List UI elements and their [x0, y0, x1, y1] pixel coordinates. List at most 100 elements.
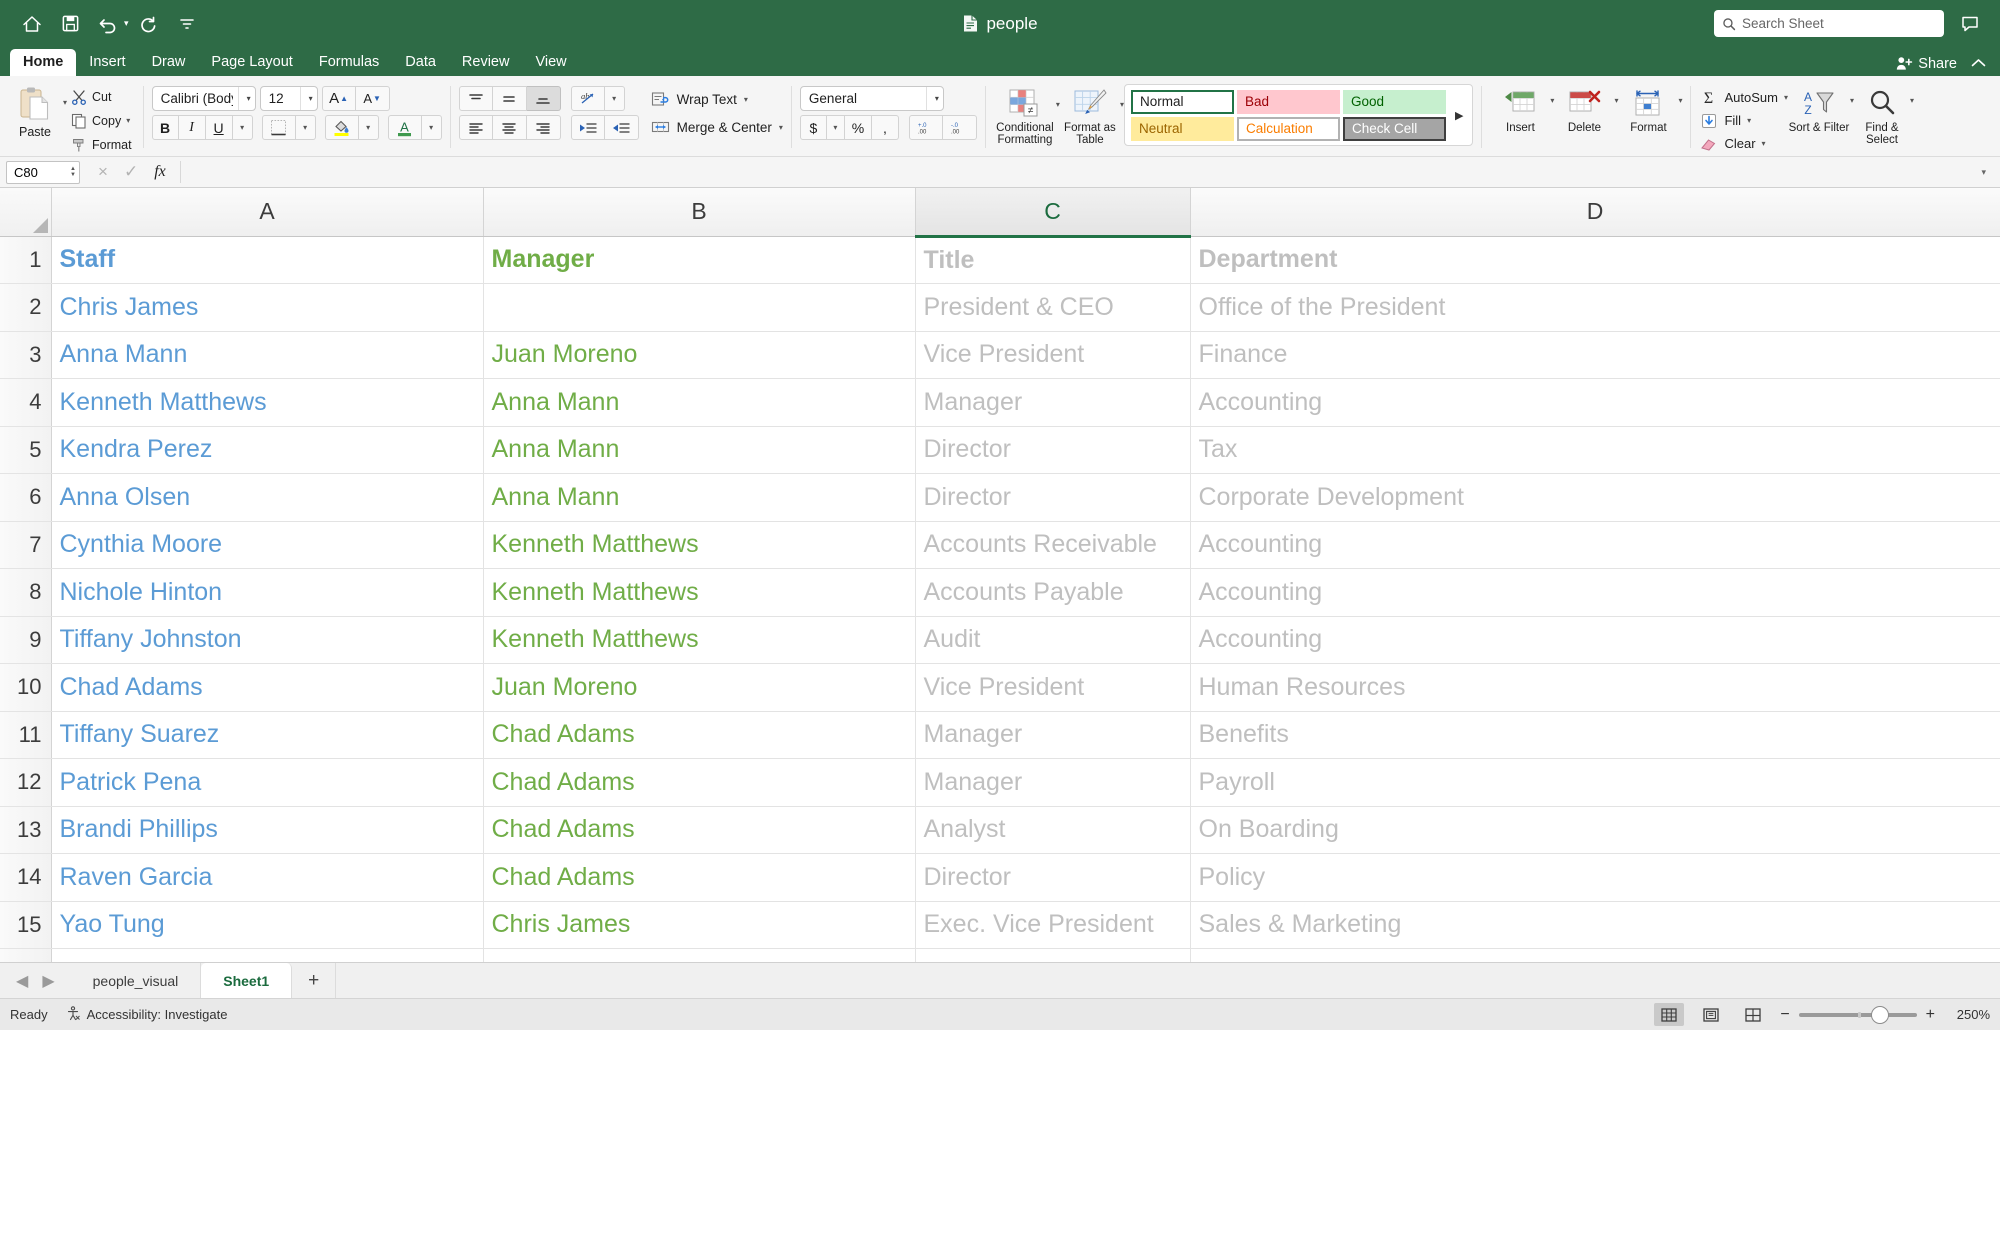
page-layout-view-button[interactable]	[1696, 1003, 1726, 1026]
underline-button[interactable]: U	[205, 115, 233, 140]
bold-button[interactable]: B	[151, 115, 179, 140]
table-row[interactable]: 7 Cynthia Moore Kenneth Matthews Accounts R…	[0, 521, 2000, 569]
row-header-8[interactable]: 8	[0, 568, 52, 617]
cell-style-good[interactable]: Good	[1342, 89, 1446, 114]
table-row[interactable]: 4 Kenneth Matthews Anna Mann Manager Account…	[0, 378, 2000, 427]
accessibility-button[interactable]: Accessibility: Investigate	[66, 1005, 227, 1024]
align-right-button[interactable]	[526, 115, 561, 140]
expand-formula-bar-icon[interactable]: ▾	[1973, 167, 1994, 178]
cell-style-neutral[interactable]: Neutral	[1130, 116, 1234, 141]
percent-format-button[interactable]: %	[844, 115, 872, 140]
table-row[interactable]: 15 Yao Tung Chris James Exec. Vice Presiden…	[0, 901, 2000, 949]
table-row[interactable]: 6 Anna Olsen Anna Mann Director Corporate De…	[0, 473, 2000, 522]
wrap-text-dropdown-icon[interactable]: ▾	[744, 95, 748, 104]
column-header-b[interactable]: B	[483, 188, 916, 237]
tab-view[interactable]: View	[522, 49, 579, 76]
cell-B9[interactable]: Kenneth Matthews	[483, 616, 916, 664]
increase-indent-button[interactable]	[604, 115, 639, 140]
sheet-tab-sheet1[interactable]: Sheet1	[201, 963, 293, 998]
cell-B8[interactable]: Kenneth Matthews	[483, 568, 916, 617]
cell-C1[interactable]: Title	[915, 236, 1191, 284]
cell-D8[interactable]: Accounting	[1190, 568, 2000, 617]
cell-C12[interactable]: Manager	[915, 758, 1191, 807]
cell-C4[interactable]: Manager	[915, 378, 1191, 427]
sheet-tab-people-visual[interactable]: people_visual	[71, 963, 202, 998]
row-header-9[interactable]: 9	[0, 616, 52, 664]
cell-D1[interactable]: Department	[1190, 236, 2000, 284]
borders-button[interactable]	[261, 115, 296, 140]
table-row[interactable]: 12 Patrick Pena Chad Adams Manager Payroll	[0, 758, 2000, 807]
copy-dropdown-icon[interactable]: ▾	[126, 116, 130, 125]
cell-A9[interactable]: Tiffany Johnston	[51, 616, 484, 664]
enter-formula-icon[interactable]: ✓	[124, 162, 138, 182]
comma-format-button[interactable]: ,	[871, 115, 899, 140]
cell-style-bad[interactable]: Bad	[1236, 89, 1340, 114]
format-cells-button[interactable]: Format	[1618, 80, 1678, 134]
cell-styles-more-icon[interactable]: ▶	[1446, 109, 1470, 122]
cell-A1[interactable]: Staff	[51, 236, 484, 284]
align-middle-button[interactable]	[492, 86, 527, 111]
cell-D3[interactable]: Finance	[1190, 331, 2000, 379]
cell-A10[interactable]: Chad Adams	[51, 663, 484, 712]
number-format-select[interactable]: General ▾	[799, 86, 944, 111]
cell-C6[interactable]: Director	[915, 473, 1191, 522]
cell-D11[interactable]: Benefits	[1190, 711, 2000, 759]
cell-C8[interactable]: Accounts Payable	[915, 568, 1191, 617]
cell-style-calculation[interactable]: Calculation	[1236, 116, 1340, 141]
table-row[interactable]: 3 Anna Mann Juan Moreno Vice President Finan…	[0, 331, 2000, 379]
column-header-a[interactable]: A	[51, 188, 484, 237]
cell-A5[interactable]: Kendra Perez	[51, 426, 484, 474]
table-row[interactable]: 2 Chris James President & CEO Office of the…	[0, 283, 2000, 332]
save-icon[interactable]	[52, 7, 88, 41]
tab-insert[interactable]: Insert	[76, 49, 138, 76]
cell-C10[interactable]: Vice President	[915, 663, 1191, 712]
redo-icon[interactable]	[131, 7, 167, 41]
cell-D4[interactable]: Accounting	[1190, 378, 2000, 427]
cell-C14[interactable]: Director	[915, 853, 1191, 902]
cell-A7[interactable]: Cynthia Moore	[51, 521, 484, 569]
cell-B2[interactable]	[483, 283, 916, 332]
insert-function-icon[interactable]: fx	[154, 163, 166, 181]
undo-group[interactable]: ▾	[90, 7, 129, 41]
table-row[interactable]: 1 Staff Manager Title Department	[0, 236, 2000, 284]
cell-B1[interactable]: Manager	[483, 236, 916, 284]
cell-D7[interactable]: Accounting	[1190, 521, 2000, 569]
autosum-button[interactable]: Σ AutoSum ▾	[1699, 87, 1788, 108]
merge-center-button[interactable]: Merge & Center ▾	[651, 116, 783, 138]
cut-button[interactable]: Cut	[67, 86, 135, 107]
name-box[interactable]: C80 ▲ ▼	[6, 160, 80, 184]
cell-A3[interactable]: Anna Mann	[51, 331, 484, 379]
underline-dropdown-icon[interactable]: ▾	[232, 115, 253, 140]
zoom-slider[interactable]: − + 250%	[1780, 1005, 1990, 1024]
name-box-spinner-icon[interactable]: ▲ ▼	[70, 166, 76, 178]
tab-formulas[interactable]: Formulas	[306, 49, 392, 76]
cell-D9[interactable]: Accounting	[1190, 616, 2000, 664]
cell-C15[interactable]: Exec. Vice President	[915, 901, 1191, 949]
row-header-13[interactable]: 13	[0, 806, 52, 854]
currency-format-button[interactable]: $	[799, 115, 827, 140]
align-center-button[interactable]	[492, 115, 527, 140]
copy-button[interactable]: Copy ▾	[67, 110, 135, 131]
cell-D13[interactable]: On Boarding	[1190, 806, 2000, 854]
customize-toolbar-icon[interactable]	[169, 7, 205, 41]
chevron-down-icon[interactable]: ▾	[306, 94, 313, 103]
delete-cells-button[interactable]: Delete	[1554, 80, 1614, 134]
font-color-dropdown-icon[interactable]: ▾	[421, 115, 442, 140]
next-sheet-icon[interactable]: ▶	[42, 971, 54, 991]
row-header-4[interactable]: 4	[0, 378, 52, 427]
select-all-corner[interactable]	[0, 188, 52, 237]
cell-C11[interactable]: Manager	[915, 711, 1191, 759]
undo-dropdown-icon[interactable]: ▾	[124, 18, 129, 29]
clear-dropdown-icon[interactable]: ▾	[1762, 139, 1766, 148]
cell-A12[interactable]: Patrick Pena	[51, 758, 484, 807]
cell-B5[interactable]: Anna Mann	[483, 426, 916, 474]
table-row[interactable]: 13 Brandi Phillips Chad Adams Analyst On Boa…	[0, 806, 2000, 854]
cell-B3[interactable]: Juan Moreno	[483, 331, 916, 379]
cell-A13[interactable]: Brandi Phillips	[51, 806, 484, 854]
borders-dropdown-icon[interactable]: ▾	[295, 115, 316, 140]
decrease-font-size-button[interactable]: A ▼	[355, 86, 390, 111]
cell-D16[interactable]: Sales	[1190, 948, 2000, 962]
row-header-7[interactable]: 7	[0, 521, 52, 569]
tab-draw[interactable]: Draw	[139, 49, 199, 76]
cell-B15[interactable]: Chris James	[483, 901, 916, 949]
